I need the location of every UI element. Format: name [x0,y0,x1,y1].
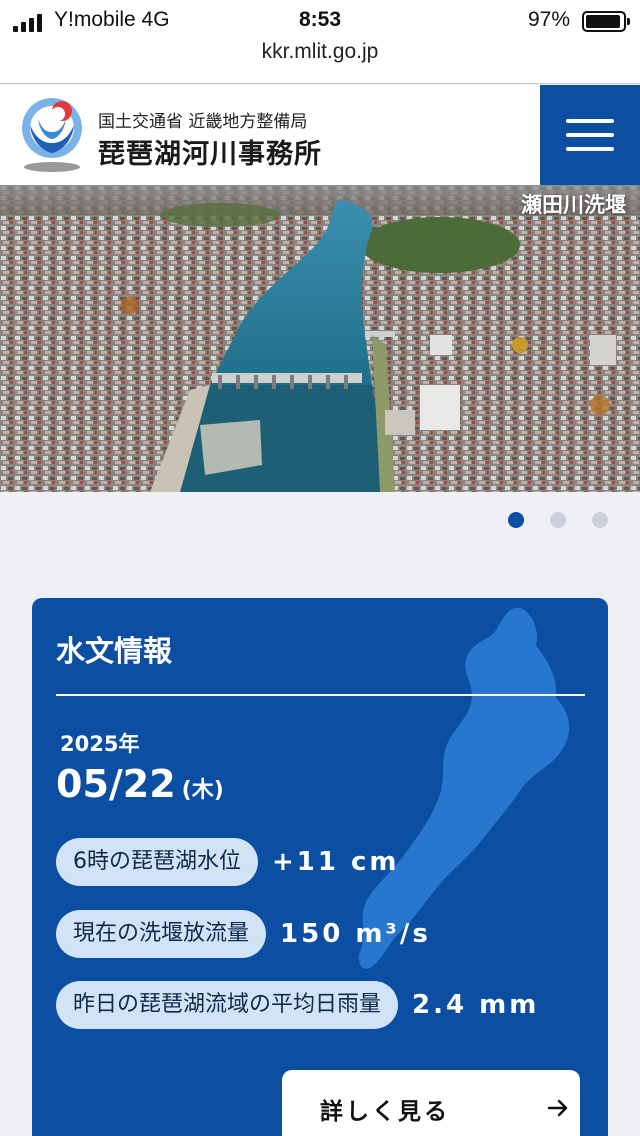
status-bar: Y!mobile 4G 8:53 97% [0,8,640,36]
discharge-value: 150 m³/s [280,919,431,949]
see-more-label: 詳しく見る [320,1099,450,1125]
address-bar[interactable]: kkr.mlit.go.jp [0,40,640,64]
office-name[interactable]: 琵琶湖河川事務所 [98,132,322,171]
carousel-dot-3[interactable] [592,512,608,528]
water-level-row: 6時の琵琶湖水位 +11 cm [56,838,400,886]
rainfall-row: 昨日の琵琶湖流域の平均日雨量 2.4 mm [56,981,539,1029]
rainfall-value: 2.4 mm [412,990,540,1020]
title-divider [56,694,585,696]
discharge-row: 現在の洗堰放流量 150 m³/s [56,910,431,958]
water-level-label: 6時の琵琶湖水位 [56,838,258,886]
site-header: 国土交通省 近畿地方整備局 琵琶湖河川事務所 [0,85,640,185]
discharge-label: 現在の洗堰放流量 [56,910,267,958]
menu-button[interactable] [540,85,640,185]
ministry-name: 国土交通省 近畿地方整備局 [98,112,308,132]
rainfall-label: 昨日の琵琶湖流域の平均日雨量 [56,981,399,1029]
battery-percent: 97% [527,8,570,31]
date-md: 05/22 [56,762,176,806]
date-weekday: (木) [181,778,224,803]
carousel-indicators [508,512,608,528]
hamburger-icon [566,119,614,123]
water-level-value: +11 cm [272,847,400,877]
aerial-river-image [0,185,640,492]
arrow-right-icon [547,1099,568,1117]
hero-caption: 瀬田川洗堰 [521,193,626,217]
date-year: 2025年 [60,732,140,756]
section-title: 水文情報 [56,634,173,668]
carousel-dot-1[interactable] [508,512,524,528]
mlit-logo-icon[interactable] [18,95,86,175]
date-day: 05/22 (木) [56,762,224,806]
battery-icon [582,11,630,32]
see-more-button[interactable]: 詳しく見る [282,1070,580,1136]
carousel-dot-2[interactable] [550,512,566,528]
hydrology-card: 水文情報 2025年 05/22 (木) 6時の琵琶湖水位 +11 cm 現在の洗… [32,598,608,1136]
browser-chrome: Y!mobile 4G 8:53 97% kkr.mlit.go.jp [0,0,640,84]
hero-carousel[interactable]: 瀬田川洗堰 [0,185,640,492]
